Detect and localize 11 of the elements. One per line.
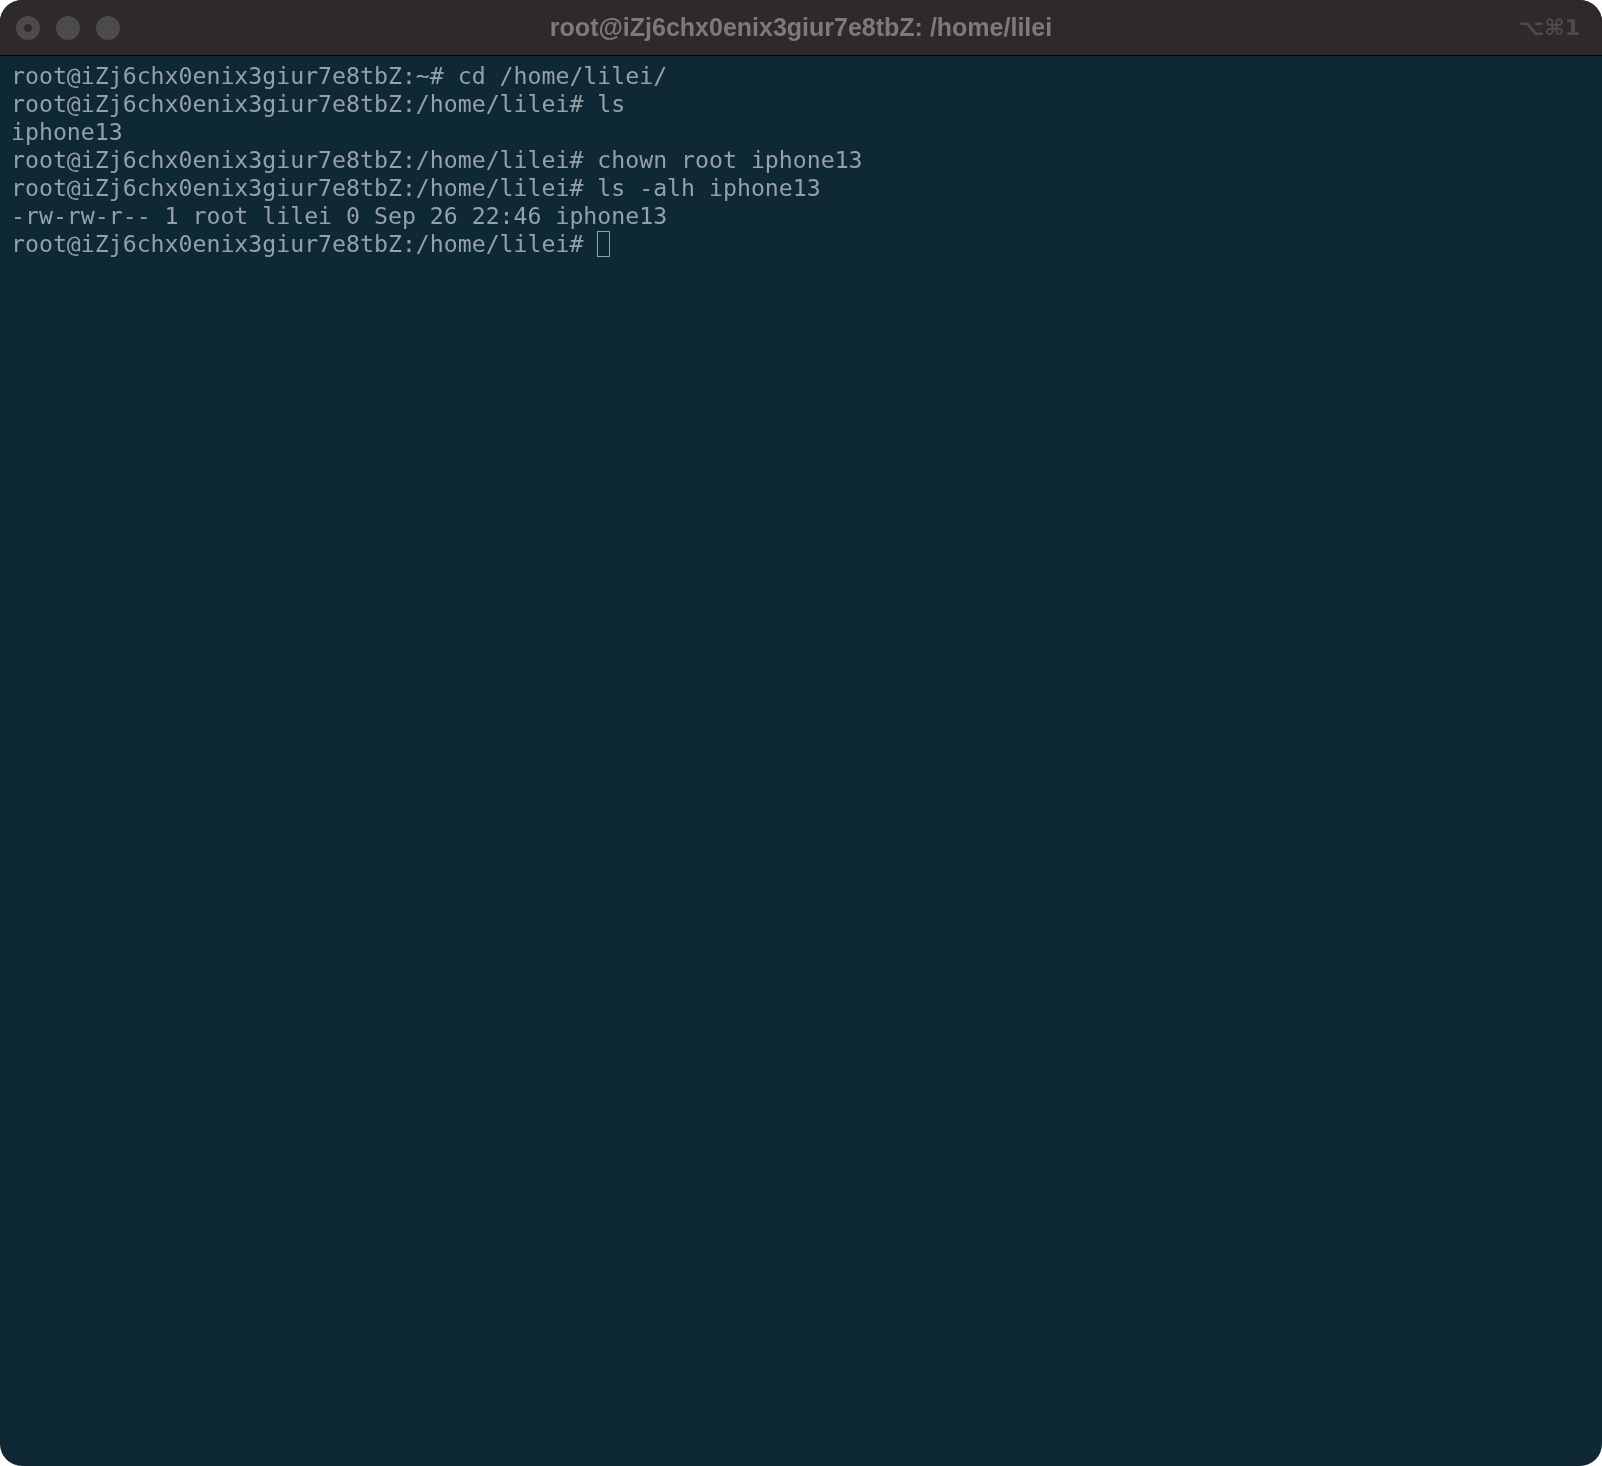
- terminal-line: root@iZj6chx0enix3giur7e8tbZ:/home/lilei# ls: [11, 90, 626, 118]
- terminal-line: root@iZj6chx0enix3giur7e8tbZ:~# cd /home/lilei/: [11, 62, 668, 90]
- terminal-line: iphone13: [11, 118, 123, 146]
- terminal-line: root@iZj6chx0enix3giur7e8tbZ:/home/lilei# chown root iphone13: [11, 146, 863, 174]
- zoom-button[interactable]: [96, 15, 120, 40]
- terminal-line: -rw-rw-r-- 1 root lilei 0 Sep 26 22:46 iphone13: [11, 202, 668, 230]
- terminal-line: root@iZj6chx0enix3giur7e8tbZ:/home/lilei# ls -alh iphone13: [11, 174, 821, 202]
- terminal-line: root@iZj6chx0enix3giur7e8tbZ:/home/lilei#: [11, 230, 585, 258]
- minimize-button[interactable]: [56, 15, 80, 40]
- window-title: root@iZj6chx0enix3giur7e8tbZ: /home/lilei: [549, 13, 1053, 42]
- close-button[interactable]: [16, 15, 40, 40]
